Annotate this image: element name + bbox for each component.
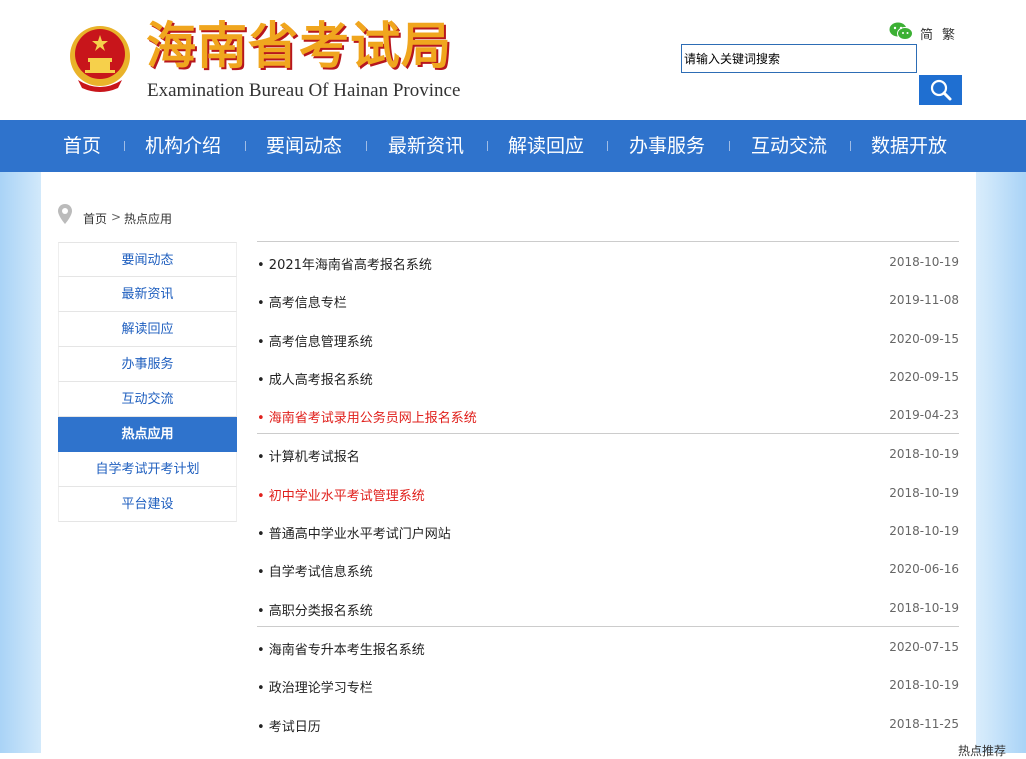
list-item: • 政治理论学习专栏 2018-10-19 (257, 665, 959, 703)
breadcrumb-current: 热点应用 (124, 212, 173, 226)
sidebar-item-latest[interactable]: 最新资讯 (58, 277, 237, 312)
list-item-date: 2018-10-19 (889, 447, 959, 462)
sidebar-item-services[interactable]: 办事服务 (58, 347, 237, 382)
nav-separator (729, 141, 730, 151)
list-item-title[interactable]: • 政治理论学习专栏 (257, 677, 373, 696)
list-item-title[interactable]: • 高考信息管理系统 (257, 331, 373, 350)
location-pin-icon (58, 204, 72, 224)
list-item-title[interactable]: • 成人高考报名系统 (257, 369, 373, 388)
nav-separator (607, 141, 608, 151)
nav-separator (124, 141, 125, 151)
list-item-date: 2018-11-25 (889, 716, 959, 731)
lang-simplified-link[interactable]: 简 (920, 24, 933, 43)
sidebar-item-interaction[interactable]: 互动交流 (58, 382, 237, 417)
list-item: • 2021年海南省高考报名系统 2018-10-19 (257, 241, 959, 280)
app-list: • 2021年海南省高考报名系统 2018-10-19 • 高考信息专栏 201… (257, 241, 959, 742)
list-item: • 计算机考试报名 2018-10-19 (257, 433, 959, 472)
site-title: 海南省考试局 (146, 16, 452, 75)
list-item-title[interactable]: • 海南省考试录用公务员网上报名系统 (257, 407, 477, 426)
list-item-title[interactable]: • 2021年海南省高考报名系统 (257, 254, 432, 273)
list-item-date: 2018-10-19 (889, 485, 959, 500)
list-item-date: 2020-09-15 (889, 369, 959, 384)
list-item: • 海南省考试录用公务员网上报名系统 2019-04-23 (257, 395, 959, 433)
list-item: • 高考信息管理系统 2020-09-15 (257, 319, 959, 357)
nav-item-home[interactable]: 首页 (63, 120, 101, 172)
list-item-date: 2020-07-15 (889, 639, 959, 654)
list-item-date: 2018-10-19 (889, 524, 959, 539)
nav-item-open-data[interactable]: 数据开放 (871, 120, 947, 172)
nav-item-news[interactable]: 要闻动态 (266, 120, 342, 172)
nav-item-services[interactable]: 办事服务 (629, 120, 705, 172)
nav-item-interpretation[interactable]: 解读回应 (508, 120, 584, 172)
sidebar-item-self-study-plan[interactable]: 自学考试开考计划 (58, 452, 237, 487)
list-item-title[interactable]: • 考试日历 (257, 716, 321, 735)
list-item: • 成人高考报名系统 2020-09-15 (257, 357, 959, 395)
nav-item-latest[interactable]: 最新资讯 (388, 120, 464, 172)
hot-recommend-link[interactable]: 热点推荐 (958, 742, 1006, 759)
nav-separator (366, 141, 367, 151)
national-emblem-icon (70, 26, 130, 92)
breadcrumb-separator: > (111, 210, 122, 224)
list-item-title[interactable]: • 高考信息专栏 (257, 292, 347, 311)
list-item-title[interactable]: • 自学考试信息系统 (257, 561, 373, 580)
list-item-title[interactable]: • 普通高中学业水平考试门户网站 (257, 523, 451, 542)
sidebar-item-hot-apps[interactable]: 热点应用 (58, 417, 237, 452)
sidebar: 要闻动态 最新资讯 解读回应 办事服务 互动交流 热点应用 自学考试开考计划 平… (58, 242, 237, 522)
wechat-icon[interactable] (889, 22, 913, 40)
list-item-title[interactable]: • 高职分类报名系统 (257, 600, 373, 619)
site-subtitle: Examination Bureau Of Hainan Province (147, 80, 461, 101)
list-item: • 初中学业水平考试管理系统 2018-10-19 (257, 473, 959, 511)
list-item-date: 2020-09-15 (889, 331, 959, 346)
sidebar-item-news[interactable]: 要闻动态 (58, 242, 237, 277)
breadcrumb-home[interactable]: 首页 (83, 210, 107, 227)
nav-item-about[interactable]: 机构介绍 (145, 120, 221, 172)
nav-separator (245, 141, 246, 151)
list-item-title[interactable]: • 初中学业水平考试管理系统 (257, 485, 425, 504)
list-item-title[interactable]: • 海南省专升本考生报名系统 (257, 639, 425, 658)
list-item: • 高考信息专栏 2019-11-08 (257, 280, 959, 318)
list-item: • 普通高中学业水平考试门户网站 2018-10-19 (257, 511, 959, 549)
nav-separator (850, 141, 851, 151)
search-icon (930, 79, 952, 101)
search-button[interactable] (919, 75, 962, 105)
list-item-date: 2018-10-19 (889, 255, 959, 269)
list-item: • 考试日历 2018-11-25 (257, 704, 959, 742)
list-item-date: 2018-10-19 (889, 678, 959, 693)
sidebar-item-interpretation[interactable]: 解读回应 (58, 312, 237, 347)
list-item-date: 2019-04-23 (889, 408, 959, 423)
list-item-date: 2020-06-16 (889, 562, 959, 577)
list-item: • 自学考试信息系统 2020-06-16 (257, 549, 959, 587)
site-header: 海南省考试局 Examination Bureau Of Hainan Prov… (0, 0, 1026, 120)
nav-item-interaction[interactable]: 互动交流 (751, 120, 827, 172)
list-item-date: 2018-10-19 (889, 600, 959, 615)
sidebar-item-platform[interactable]: 平台建设 (58, 487, 237, 522)
main-nav: 首页 机构介绍 要闻动态 最新资讯 解读回应 办事服务 互动交流 数据开放 (0, 120, 1026, 172)
list-item-date: 2019-11-08 (889, 293, 959, 308)
list-item: • 海南省专升本考生报名系统 2020-07-15 (257, 625, 959, 665)
list-item-title[interactable]: • 计算机考试报名 (257, 446, 360, 465)
list-item: • 高职分类报名系统 2018-10-19 (257, 588, 959, 626)
lang-traditional-link[interactable]: 繁 (942, 24, 955, 43)
nav-separator (487, 141, 488, 151)
search-input[interactable] (681, 44, 917, 73)
